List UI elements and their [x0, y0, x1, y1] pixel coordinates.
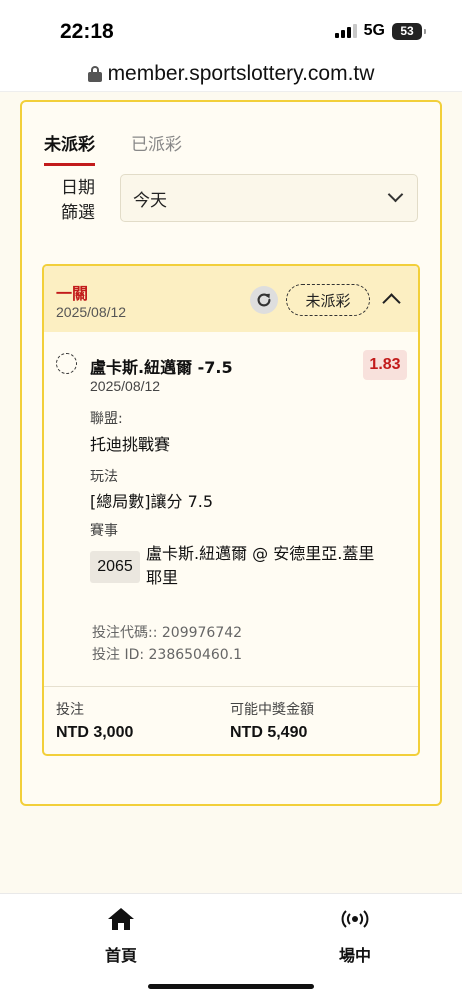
- stake-value: NTD 3,000: [56, 724, 134, 741]
- status-bar: 22:18 5G 53: [0, 0, 462, 56]
- home-icon: [108, 908, 134, 930]
- live-broadcast-icon: [341, 910, 369, 928]
- signal-icon: [334, 24, 357, 38]
- battery-level: 53: [400, 24, 414, 38]
- date-filter-select[interactable]: 今天: [120, 174, 418, 222]
- divider: [44, 686, 418, 687]
- tab-unsettled[interactable]: 未派彩: [44, 130, 95, 166]
- lock-icon: [87, 65, 102, 82]
- bet-code: 投注代碼:: 209976742: [92, 625, 243, 641]
- tab-settled[interactable]: 已派彩: [131, 130, 182, 166]
- league-label: 聯盟:: [90, 411, 123, 427]
- date-filter-value: 今天: [133, 190, 167, 211]
- stake-label: 投注: [56, 702, 84, 718]
- event-name: 盧卡斯.紐邁爾 @ 安德里亞.蓋里耶里: [146, 544, 375, 587]
- nav-home-label: 首頁: [104, 946, 137, 965]
- tab-bar: 未派彩 已派彩: [44, 130, 182, 166]
- market-value: [總局數]讓分 7.5: [90, 492, 214, 511]
- bet-card-header: 一關 2025/08/12 未派彩: [44, 266, 418, 332]
- home-indicator: [148, 984, 314, 989]
- event-label: 賽事: [90, 523, 118, 539]
- chevron-up-icon[interactable]: [382, 293, 401, 312]
- bet-records-panel: 未派彩 已派彩 日期篩選 今天 一關 2025/08/12 未派彩 盧卡斯.紐邁…: [20, 100, 442, 806]
- refresh-button[interactable]: [250, 286, 278, 314]
- event-code: 2065: [90, 551, 140, 583]
- selection-date: 2025/08/12: [90, 378, 161, 394]
- date-filter-label: 日期篩選: [61, 178, 95, 223]
- network-type: 5G: [363, 22, 385, 39]
- status-badge: 未派彩: [286, 284, 370, 316]
- refresh-icon: [257, 293, 271, 307]
- status-indicators: 5G 53: [334, 22, 426, 40]
- nav-live-label: 場中: [338, 946, 371, 965]
- chevron-down-icon: [387, 186, 404, 203]
- nav-live[interactable]: 場中: [315, 906, 395, 966]
- url-text: member.sportslottery.com.tw: [107, 61, 375, 85]
- address-bar[interactable]: member.sportslottery.com.tw: [0, 56, 462, 92]
- market-label: 玩法: [90, 469, 118, 485]
- selection-name: 盧卡斯.紐邁爾 -7.5: [90, 358, 233, 377]
- payout-value: NTD 5,490: [230, 724, 308, 741]
- nav-home[interactable]: 首頁: [81, 906, 161, 966]
- odds-badge: 1.83: [363, 350, 407, 380]
- league-value: 托迪挑戰賽: [90, 435, 171, 454]
- selection-status-icon: [56, 353, 77, 374]
- bet-card: 一關 2025/08/12 未派彩 盧卡斯.紐邁爾 -7.5 2025/08/1…: [42, 264, 420, 756]
- battery-icon: 53: [392, 22, 426, 40]
- bet-date: 2025/08/12: [56, 304, 127, 320]
- bet-id: 投注 ID: 238650460.1: [92, 647, 243, 663]
- payout-label: 可能中獎金額: [230, 702, 314, 718]
- bet-type: 一關: [56, 284, 89, 303]
- status-time: 22:18: [60, 20, 114, 43]
